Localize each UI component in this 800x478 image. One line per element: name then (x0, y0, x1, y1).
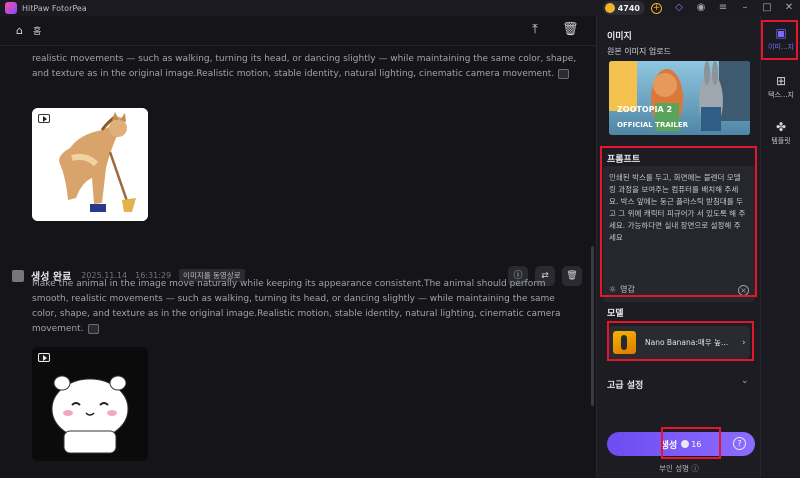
image-section-title: 이미지 (607, 32, 632, 42)
trash-icon[interactable]: 🗑 (562, 22, 579, 38)
generate-cost: 16 (691, 439, 702, 449)
prompt-section-title: 프롬프트 (607, 155, 641, 165)
video-badge-icon (38, 114, 50, 123)
minimize-icon[interactable]: – (739, 2, 751, 14)
prompt-input[interactable]: 인쇄된 박스를 두고, 화면에는 블렌더 모델링 과정을 보여주는 컴퓨터를 배… (603, 166, 755, 302)
white-bear-character-image (32, 347, 148, 461)
disclaimer-link[interactable]: 부인 성명 ⓘ (597, 463, 761, 474)
account-icon[interactable]: ◉ (695, 2, 707, 14)
help-icon[interactable]: ? (733, 437, 746, 450)
add-credit-icon[interactable]: + (651, 2, 662, 14)
feed-topbar: ⌂ 홈 (0, 16, 596, 46)
credit-badge[interactable]: 4740 (602, 1, 645, 15)
poster-trailer-text: OFFICIAL TRAILER (617, 121, 688, 129)
upload-label: 원본 이미지 업로드 (607, 47, 671, 56)
maximize-icon[interactable]: □ (761, 2, 773, 14)
generate-label: 생성 (660, 440, 678, 451)
app-title: HitPaw FotorPea (22, 3, 87, 13)
text-image-icon: ⊞ (775, 74, 787, 88)
rail-item-image[interactable]: ▣ 이미...지 (761, 26, 800, 52)
chevron-right-icon: › (742, 337, 746, 348)
inspire-button[interactable]: ☼ 영감 (609, 284, 635, 295)
video-thumbnail-character[interactable] (32, 347, 148, 461)
copy-icon[interactable] (558, 68, 570, 79)
diamond-icon[interactable]: ◇ (673, 2, 685, 14)
model-section-title: 모델 (607, 309, 624, 319)
previous-prompt-value: realistic movements — such as walking, t… (32, 54, 577, 79)
chevron-down-icon[interactable]: ⌄ (741, 376, 749, 386)
model-selector[interactable]: Nano Banana:매우 높... › (609, 326, 750, 359)
rail-label-text-image: 텍스...지 (768, 91, 794, 99)
cat-sweeping-image (32, 108, 148, 221)
title-bar: HitPaw FotorPea 4740 + ◇ ◉ ≡ – □ ✕ (0, 0, 800, 16)
advanced-settings-label[interactable]: 고급 설정 (607, 378, 643, 391)
menu-icon[interactable]: ≡ (717, 2, 729, 14)
inspire-label: 영감 (620, 285, 635, 294)
rail-label-image: 이미...지 (768, 43, 794, 51)
credit-value: 4740 (617, 3, 640, 13)
title-bar-controls: 4740 + ◇ ◉ ≡ – □ ✕ (602, 0, 800, 16)
rail-item-text-image[interactable]: ⊞ 텍스...지 (761, 74, 800, 100)
close-icon[interactable]: ✕ (783, 2, 795, 14)
rail-item-template[interactable]: ✤ 템플릿 (761, 120, 800, 146)
bulb-icon: ☼ (609, 285, 617, 294)
main-feed: ⌂ 홈 ⤒ 🗑 realistic movements — such as wa… (0, 16, 596, 478)
disclaimer-label: 부인 성명 (659, 464, 690, 473)
image-icon: ▣ (775, 26, 787, 40)
model-name: Nano Banana:매우 높... (645, 338, 729, 347)
home-label[interactable]: 홈 (33, 24, 41, 37)
copy-icon[interactable] (87, 323, 99, 334)
video-badge-icon (38, 353, 50, 362)
template-icon: ✤ (775, 120, 787, 134)
right-rail: ▣ 이미...지 ⊞ 텍스...지 ✤ 템플릿 (760, 16, 800, 478)
upload-icon[interactable]: ⤒ (527, 22, 543, 38)
rail-label-template: 템플릿 (771, 137, 791, 145)
poster-logo-text: ZOOTOPIA 2 (617, 105, 673, 114)
model-thumbnail (613, 331, 636, 354)
uploaded-image[interactable]: ZOOTOPIA 2 OFFICIAL TRAILER (609, 61, 750, 135)
feed-topbar-actions: ⤒ 🗑 (508, 22, 578, 38)
generation-prompt-text: Make the animal in the image move natura… (32, 277, 580, 337)
video-thumbnail-cat[interactable] (32, 108, 148, 221)
generation-prompt-value: Make the animal in the image move natura… (32, 279, 561, 334)
settings-panel: 이미지 원본 이미지 업로드 ZOOTOPIA 2 OFFICIAL TRAIL… (596, 16, 760, 478)
clear-icon[interactable]: × (738, 285, 749, 296)
generation-thumbnail-icon (12, 269, 24, 282)
credit-coin-icon (681, 440, 690, 448)
coin-icon (604, 3, 615, 13)
previous-prompt-text: realistic movements — such as walking, t… (32, 52, 580, 82)
feed-scrollbar[interactable] (591, 246, 594, 406)
home-icon[interactable]: ⌂ (16, 25, 27, 36)
prompt-input-value[interactable]: 인쇄된 박스를 두고, 화면에는 블렌더 모델링 과정을 보여주는 컴퓨터를 배… (609, 172, 747, 244)
app-logo (5, 2, 17, 14)
